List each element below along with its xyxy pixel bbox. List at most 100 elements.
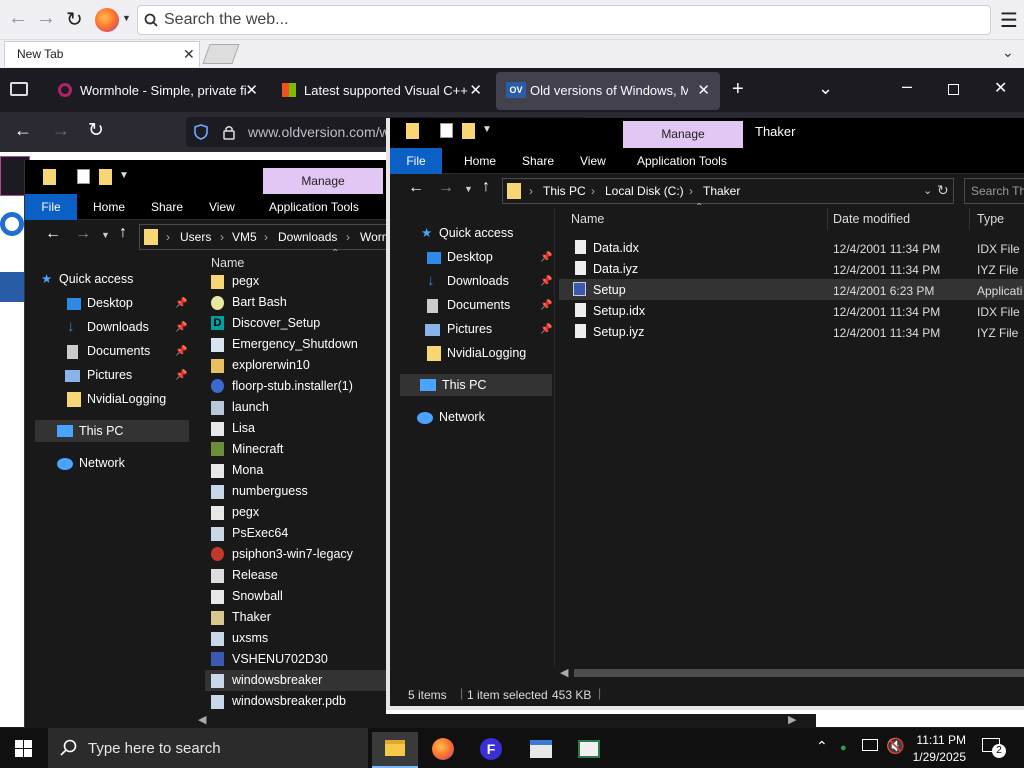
pin-icon[interactable]: 📌 — [175, 346, 187, 357]
column-header-type[interactable]: Type — [977, 212, 1004, 226]
list-item[interactable]: numberguess — [211, 484, 308, 499]
breadcrumb-thaker[interactable]: Thaker — [703, 184, 740, 198]
list-item[interactable]: Thaker — [211, 610, 271, 625]
nav-nvidialogging[interactable]: NvidiaLogging — [67, 392, 166, 407]
new-tab-plus-icon[interactable]: + — [732, 78, 744, 101]
table-row[interactable]: Data.iyz 12/4/2001 11:34 PM IYZ File — [565, 259, 1024, 279]
tab-list-chevron-icon[interactable]: ⌄ — [1002, 44, 1014, 61]
manage-tab[interactable]: Manage — [623, 121, 743, 148]
scroll-right-icon[interactable]: ▶ — [788, 713, 796, 726]
new-tab-button[interactable] — [202, 44, 240, 64]
nav-network[interactable]: Network — [417, 410, 485, 424]
inner-tab-visualcpp[interactable]: Latest supported Visual C++ Re ✕ — [270, 72, 492, 110]
taskbar-app-window[interactable] — [518, 732, 564, 768]
close-icon[interactable]: ✕ — [469, 81, 482, 99]
back-arrow-icon[interactable]: ← — [408, 179, 424, 197]
breadcrumb-vm5[interactable]: VM5 — [232, 230, 257, 244]
nav-nvidialogging[interactable]: NvidiaLogging — [427, 346, 526, 361]
firefox-logo-icon[interactable] — [95, 8, 119, 32]
clock-time[interactable]: 11:11 PM — [916, 733, 966, 747]
back-arrow-icon[interactable]: ← — [8, 7, 28, 30]
minimize-icon[interactable]: – — [902, 76, 912, 97]
search-input[interactable]: Search Th — [964, 178, 1024, 204]
pin-icon[interactable]: 📌 — [540, 252, 552, 263]
nav-this-pc[interactable]: This PC — [35, 420, 189, 442]
folder-icon[interactable] — [43, 169, 56, 185]
clock-date[interactable]: 1/29/2025 — [913, 750, 966, 764]
nav-documents[interactable]: Documents — [67, 344, 150, 359]
list-item[interactable]: Mona — [211, 463, 263, 478]
forward-arrow-icon[interactable]: → — [36, 7, 56, 30]
scroll-left-icon[interactable]: ◀ — [560, 666, 568, 679]
list-item[interactable]: Bart Bash — [211, 295, 287, 310]
windows-start-icon[interactable] — [15, 740, 32, 757]
forward-arrow-icon[interactable]: → — [438, 179, 454, 197]
list-item[interactable]: Snowball — [211, 589, 283, 604]
table-row-selected[interactable]: Setup 12/4/2001 6:23 PM Applicati — [559, 279, 1024, 300]
list-item-selected[interactable]: windowsbreaker — [205, 670, 386, 691]
list-item[interactable]: pegx — [211, 274, 259, 289]
list-item[interactable]: uxsms — [211, 631, 268, 646]
nav-quick-access[interactable]: ★ Quick access — [421, 226, 513, 240]
table-row[interactable]: Setup.idx 12/4/2001 11:34 PM IDX File — [565, 301, 1024, 321]
table-row[interactable]: Data.idx 12/4/2001 11:34 PM IDX File — [565, 238, 1024, 258]
network-tray-icon[interactable] — [862, 739, 878, 751]
breadcrumb-downloads[interactable]: Downloads — [278, 230, 337, 244]
pin-icon[interactable]: 📌 — [175, 298, 187, 309]
new-folder-icon[interactable] — [462, 123, 475, 139]
share-menu[interactable]: Share — [151, 200, 183, 214]
nav-documents[interactable]: Documents — [427, 298, 510, 313]
table-row[interactable]: Setup.iyz 12/4/2001 11:34 PM IYZ File — [565, 322, 1024, 342]
close-icon[interactable]: ✕ — [183, 46, 195, 63]
horizontal-scrollbar[interactable]: ◀ ▶ — [190, 714, 816, 728]
inner-tab-wormhole[interactable]: Wormhole - Simple, private file ✕ — [46, 72, 268, 110]
properties-icon[interactable] — [440, 123, 453, 138]
pin-icon[interactable]: 📌 — [540, 324, 552, 335]
list-item[interactable]: pegx — [211, 505, 259, 520]
taskbar-floorp[interactable]: F — [468, 732, 514, 768]
recent-dropdown-icon[interactable]: ▼ — [464, 184, 473, 194]
pin-icon[interactable]: 📌 — [175, 370, 187, 381]
refresh-icon[interactable]: ↻ — [937, 182, 949, 199]
column-header-date[interactable]: Date modified — [833, 212, 910, 226]
back-arrow-icon[interactable]: ← — [45, 225, 61, 243]
nav-quick-access[interactable]: ★ Quick access — [41, 272, 133, 286]
customize-toolbar-icon[interactable]: ▼ — [482, 124, 492, 135]
list-item[interactable]: windowsbreaker.pdb — [211, 694, 346, 709]
up-arrow-icon[interactable]: ↑ — [482, 178, 490, 196]
inner-tab-oldversion[interactable]: OV Old versions of Windows, Mac ✕ — [496, 72, 720, 110]
restore-icon[interactable] — [948, 84, 959, 95]
volume-muted-icon[interactable]: 🔇 — [886, 737, 905, 755]
address-bar[interactable]: › This PC › Local Disk (C:) › Thaker ⌄ ↻ — [502, 178, 954, 204]
list-item[interactable]: D Discover_Setup — [211, 316, 320, 330]
properties-icon[interactable] — [77, 169, 90, 184]
breadcrumb-worm[interactable]: Worm — [360, 230, 386, 244]
reload-icon[interactable]: ↻ — [66, 7, 83, 32]
home-menu[interactable]: Home — [93, 200, 125, 214]
list-item[interactable]: psiphon3-win7-legacy — [211, 547, 353, 561]
tray-app-icon[interactable]: ● — [840, 742, 847, 754]
forward-arrow-icon[interactable]: → — [75, 225, 91, 243]
scroll-left-icon[interactable]: ◀ — [198, 713, 206, 726]
nav-downloads[interactable]: ↓ Downloads — [427, 272, 509, 289]
folder-icon[interactable] — [406, 123, 419, 139]
tray-overflow-chevron-icon[interactable]: ⌃ — [816, 738, 828, 755]
notifications-button[interactable]: 2 — [982, 736, 1006, 758]
hamburger-menu-icon[interactable]: ☰ — [1000, 8, 1018, 33]
scrollbar-thumb[interactable] — [574, 669, 1024, 677]
pin-icon[interactable]: 📌 — [540, 300, 552, 311]
close-window-icon[interactable]: ✕ — [994, 78, 1007, 98]
address-bar[interactable]: › Users › VM5 › Downloads › Worm — [139, 224, 386, 250]
view-menu[interactable]: View — [209, 200, 235, 214]
tab-manager-icon[interactable] — [10, 82, 28, 96]
customize-toolbar-icon[interactable]: ▼ — [119, 170, 129, 181]
view-menu[interactable]: View — [580, 154, 606, 168]
new-folder-icon[interactable] — [99, 169, 112, 185]
breadcrumb-users[interactable]: Users — [180, 230, 211, 244]
pin-icon[interactable]: 📌 — [540, 276, 552, 287]
application-tools-menu[interactable]: Application Tools — [637, 154, 727, 168]
taskbar-firefox[interactable] — [420, 732, 466, 768]
close-icon[interactable]: ✕ — [697, 81, 710, 99]
horizontal-scrollbar[interactable]: ◀ — [554, 666, 1024, 680]
tab-list-chevron-icon[interactable]: ⌄ — [818, 78, 833, 99]
